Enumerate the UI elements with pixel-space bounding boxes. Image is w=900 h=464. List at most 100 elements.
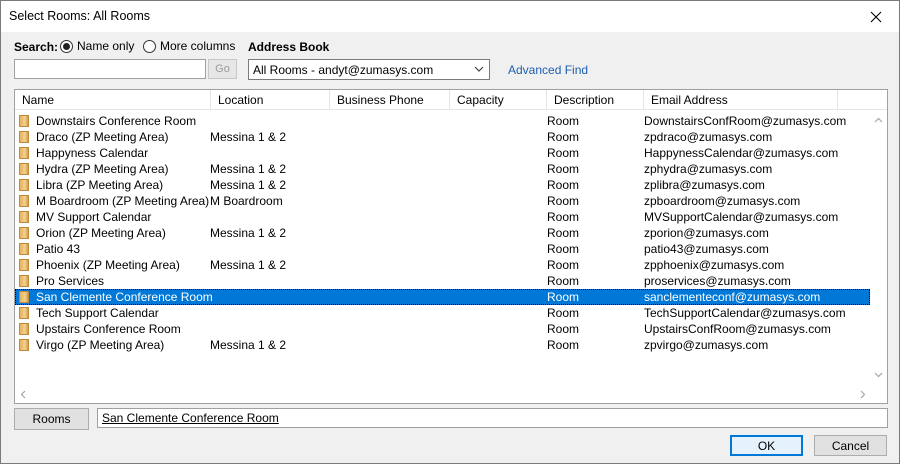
column-header-name[interactable]: Name — [15, 90, 211, 110]
select-rooms-dialog: Select Rooms: All Rooms Search: Name onl… — [0, 0, 900, 464]
row-email: sanclementeconf@zumasys.com — [644, 290, 821, 304]
row-description: Room — [547, 258, 580, 272]
radio-checked-icon — [60, 39, 73, 53]
table-row[interactable]: Pro Services Room proservices@zumasys.co… — [15, 273, 870, 289]
table-row[interactable]: Libra (ZP Meeting Area) Messina 1 & 2 Ro… — [15, 177, 870, 193]
go-button[interactable]: Go — [208, 59, 237, 79]
row-email: MVSupportCalendar@zumasys.com — [644, 210, 839, 224]
column-header-location[interactable]: Location — [211, 90, 330, 110]
room-icon — [19, 323, 29, 335]
room-icon — [19, 259, 29, 271]
row-description: Room — [547, 194, 580, 208]
room-icon — [19, 291, 29, 303]
row-email: UpstairsConfRoom@zumasys.com — [644, 322, 831, 336]
radio-name-only[interactable]: Name only — [60, 38, 134, 54]
room-icon — [19, 147, 29, 159]
row-description: Room — [547, 178, 580, 192]
row-email: DownstairsConfRoom@zumasys.com — [644, 114, 847, 128]
row-name: Pro Services — [36, 274, 105, 288]
radio-more-columns-label: More columns — [160, 39, 236, 53]
table-row[interactable]: Orion (ZP Meeting Area) Messina 1 & 2 Ro… — [15, 225, 870, 241]
row-name: M Boardroom (ZP Meeting Area) — [36, 194, 210, 208]
row-name: Virgo (ZP Meeting Area) — [36, 338, 165, 352]
advanced-find-link[interactable]: Advanced Find — [508, 63, 588, 77]
table-row[interactable]: Downstairs Conference Room Room Downstai… — [15, 113, 870, 129]
rooms-button[interactable]: Rooms — [14, 408, 89, 430]
table-row[interactable]: Hydra (ZP Meeting Area) Messina 1 & 2 Ro… — [15, 161, 870, 177]
row-name: Tech Support Calendar — [36, 306, 159, 320]
table-row[interactable]: Upstairs Conference Room Room UpstairsCo… — [15, 321, 870, 337]
rooms-field[interactable]: San Clemente Conference Room — [97, 408, 888, 428]
room-icon — [19, 115, 29, 127]
row-name: Libra (ZP Meeting Area) — [36, 178, 164, 192]
chevron-down-icon — [474, 66, 484, 72]
close-icon — [870, 11, 882, 22]
row-description: Room — [547, 338, 580, 352]
row-email: HappynessCalendar@zumasys.com — [644, 146, 839, 160]
column-header-description[interactable]: Description — [547, 90, 644, 110]
rooms-list: Name Location Business Phone Capacity De… — [14, 89, 888, 404]
row-email: zpvirgo@zumasys.com — [644, 338, 769, 352]
search-input[interactable] — [14, 59, 206, 79]
row-description: Room — [547, 274, 580, 288]
search-label: Search: — [14, 40, 59, 54]
radio-name-only-label: Name only — [77, 39, 135, 53]
table-row[interactable]: MV Support Calendar Room MVSupportCalend… — [15, 209, 870, 225]
row-email: zphydra@zumasys.com — [644, 162, 773, 176]
row-description: Room — [547, 162, 580, 176]
list-header: Name Location Business Phone Capacity De… — [15, 90, 887, 110]
row-name: Happyness Calendar — [36, 146, 149, 160]
chevron-right-icon[interactable] — [858, 390, 867, 399]
table-row[interactable]: Draco (ZP Meeting Area) Messina 1 & 2 Ro… — [15, 129, 870, 145]
table-row[interactable]: Patio 43 Room patio43@zumasys.com — [15, 241, 870, 257]
column-header-email-address[interactable]: Email Address — [644, 90, 838, 110]
title-bar: Select Rooms: All Rooms — [1, 1, 899, 32]
table-row-selected[interactable]: San Clemente Conference Room Room sancle… — [15, 289, 870, 305]
row-location: Messina 1 & 2 — [210, 338, 287, 352]
row-description: Room — [547, 242, 580, 256]
rooms-rows: Downstairs Conference Room Room Downstai… — [15, 113, 870, 353]
ok-button[interactable]: OK — [730, 435, 803, 456]
row-name: MV Support Calendar — [36, 210, 152, 224]
row-email: zpphoenix@zumasys.com — [644, 258, 785, 272]
room-icon — [19, 307, 29, 319]
row-email: zplibra@zumasys.com — [644, 178, 765, 192]
room-icon — [19, 131, 29, 143]
row-email: zpboardroom@zumasys.com — [644, 194, 801, 208]
table-row[interactable]: M Boardroom (ZP Meeting Area) M Boardroo… — [15, 193, 870, 209]
row-name: San Clemente Conference Room — [36, 290, 213, 304]
table-row[interactable]: Happyness Calendar Room HappynessCalenda… — [15, 145, 870, 161]
room-icon — [19, 227, 29, 239]
row-name: Draco (ZP Meeting Area) — [36, 130, 169, 144]
column-header-capacity[interactable]: Capacity — [450, 90, 547, 110]
chevron-down-icon[interactable] — [874, 370, 883, 379]
horizontal-scrollbar[interactable] — [15, 386, 887, 403]
window-title: Select Rooms: All Rooms — [9, 9, 151, 23]
column-header-business-phone[interactable]: Business Phone — [330, 90, 450, 110]
row-name: Downstairs Conference Room — [36, 114, 197, 128]
table-row[interactable]: Tech Support Calendar Room TechSupportCa… — [15, 305, 870, 321]
cancel-button[interactable]: Cancel — [814, 435, 887, 456]
close-button[interactable] — [853, 1, 899, 32]
row-description: Room — [547, 290, 580, 304]
table-row[interactable]: Virgo (ZP Meeting Area) Messina 1 & 2 Ro… — [15, 337, 870, 353]
room-icon — [19, 163, 29, 175]
table-row[interactable]: Phoenix (ZP Meeting Area) Messina 1 & 2 … — [15, 257, 870, 273]
row-email: zporion@zumasys.com — [644, 226, 769, 240]
row-name: Orion (ZP Meeting Area) — [36, 226, 166, 240]
row-description: Room — [547, 322, 580, 336]
row-description: Room — [547, 210, 580, 224]
vertical-scrollbar[interactable] — [870, 110, 887, 383]
row-email: proservices@zumasys.com — [644, 274, 791, 288]
row-description: Room — [547, 130, 580, 144]
row-email: TechSupportCalendar@zumasys.com — [644, 306, 846, 320]
address-book-dropdown[interactable]: All Rooms - andyt@zumasys.com — [248, 59, 490, 80]
row-name: Phoenix (ZP Meeting Area) — [36, 258, 180, 272]
room-icon — [19, 243, 29, 255]
radio-more-columns[interactable]: More columns — [143, 38, 235, 54]
row-location: Messina 1 & 2 — [210, 162, 287, 176]
chevron-left-icon[interactable] — [19, 390, 28, 399]
row-location: Messina 1 & 2 — [210, 258, 287, 272]
chevron-up-icon[interactable] — [874, 116, 883, 125]
row-name: Upstairs Conference Room — [36, 322, 181, 336]
